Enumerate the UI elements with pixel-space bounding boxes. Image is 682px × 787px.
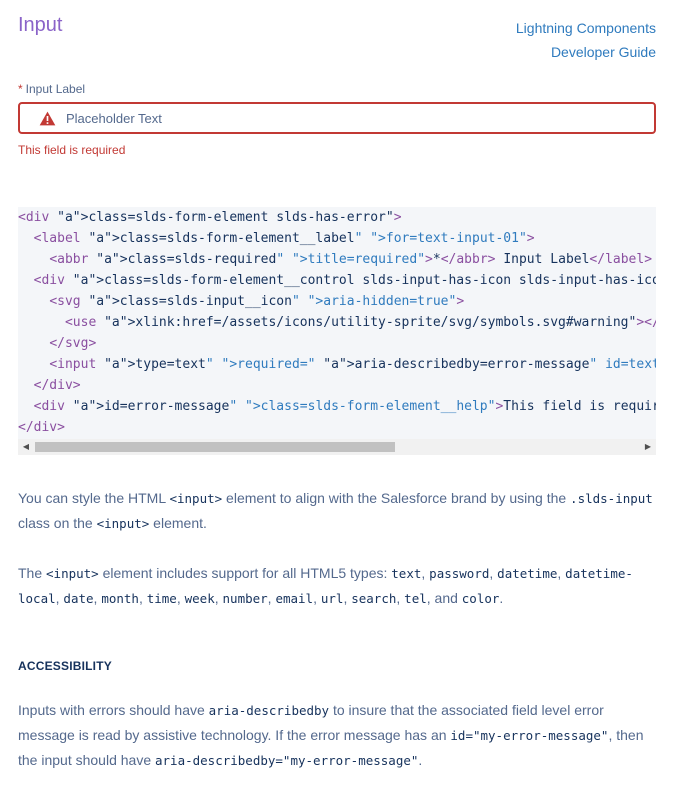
type-separator: , bbox=[176, 590, 185, 606]
text-input[interactable] bbox=[66, 104, 648, 132]
code-line: </div> bbox=[18, 420, 65, 435]
p2-text: The bbox=[18, 565, 47, 581]
code-line: <div "a">class=slds-form-element__contro… bbox=[33, 273, 656, 288]
a11y-text: . bbox=[418, 752, 423, 768]
p2-text: . bbox=[499, 590, 504, 606]
input-form-element: *Input Label This field is required bbox=[18, 80, 656, 157]
code-lines: <div "a">class=slds-form-element slds-ha… bbox=[18, 207, 656, 439]
type-separator: , bbox=[421, 565, 430, 581]
type-code: url bbox=[320, 591, 344, 606]
type-separator: , bbox=[396, 590, 405, 606]
code-line: </svg> bbox=[49, 336, 97, 351]
input-label-text: Input Label bbox=[25, 82, 86, 96]
type-separator: , bbox=[214, 590, 223, 606]
developer-guide-link[interactable]: Lightning Components Developer Guide bbox=[516, 16, 656, 64]
description-paragraph-2: The <input> element includes support for… bbox=[18, 561, 658, 611]
code-line: <abbr "a">class=slds-required" ">title=r… bbox=[49, 252, 653, 267]
p1-text: class on the bbox=[18, 515, 97, 531]
text-input-container[interactable] bbox=[18, 102, 656, 134]
type-code: password bbox=[429, 566, 490, 581]
type-separator: , bbox=[138, 590, 147, 606]
horizontal-scrollbar[interactable]: ◀ ▶ bbox=[18, 439, 656, 455]
type-separator: , and bbox=[426, 590, 462, 606]
a11y-code: aria-describedby="my-error-message" bbox=[155, 753, 419, 768]
type-separator: , bbox=[557, 565, 566, 581]
scrollbar-thumb[interactable] bbox=[35, 442, 395, 452]
a11y-code: id="my-error-message" bbox=[450, 728, 609, 743]
p1-text: element to align with the Salesforce bra… bbox=[222, 490, 571, 506]
code-line: <div "a">id=error-message" ">class=slds-… bbox=[33, 399, 656, 414]
accessibility-heading: ACCESSIBILITY bbox=[18, 659, 112, 673]
p1-code: <input> bbox=[96, 516, 150, 531]
p1-text: element. bbox=[149, 515, 207, 531]
type-code: month bbox=[101, 591, 139, 606]
p1-text: You can style the HTML bbox=[18, 490, 170, 506]
page-header: Input Lightning Components Developer Gui… bbox=[18, 12, 656, 62]
code-line: <input "a">type=text" ">required=" "a">a… bbox=[49, 357, 656, 372]
page-title: Input bbox=[18, 14, 63, 36]
type-code: color bbox=[461, 591, 500, 606]
code-sample: <div "a">class=slds-form-element slds-ha… bbox=[18, 207, 656, 455]
p1-code: .slds-input bbox=[570, 491, 653, 506]
code-line: <use "a">xlink:href=/assets/icons/utilit… bbox=[64, 315, 656, 330]
scroll-right-arrow-icon[interactable]: ▶ bbox=[640, 439, 656, 455]
p1-code: <input> bbox=[169, 491, 223, 506]
a11y-code: aria-describedby bbox=[208, 703, 330, 718]
type-separator: , bbox=[313, 590, 321, 606]
scroll-left-arrow-icon[interactable]: ◀ bbox=[18, 439, 34, 455]
type-code: number bbox=[222, 591, 268, 606]
error-message: This field is required bbox=[18, 143, 126, 157]
type-code: tel bbox=[404, 591, 427, 606]
code-line: <label "a">class=slds-form-element__labe… bbox=[33, 231, 535, 246]
code-line: <div "a">class=slds-form-element slds-ha… bbox=[18, 210, 402, 225]
input-label: * Input Label bbox=[18, 80, 656, 98]
warning-icon bbox=[39, 111, 56, 126]
guide-link-line-1[interactable]: Lightning Components bbox=[516, 16, 656, 40]
type-code: text bbox=[391, 566, 422, 581]
type-code: date bbox=[63, 591, 94, 606]
code-line: </div> bbox=[33, 378, 81, 393]
type-separator: , bbox=[489, 565, 498, 581]
guide-link-line-2[interactable]: Developer Guide bbox=[516, 40, 656, 64]
description-paragraph-1: You can style the HTML <input> element t… bbox=[18, 486, 658, 536]
type-code: time bbox=[146, 591, 177, 606]
type-code: datetime bbox=[497, 566, 558, 581]
p2-text: element includes support for all HTML5 t… bbox=[98, 565, 392, 581]
a11y-text: Inputs with errors should have bbox=[18, 702, 209, 718]
type-code: week bbox=[184, 591, 215, 606]
type-code: search bbox=[351, 591, 397, 606]
p2-code: <input> bbox=[46, 566, 99, 581]
code-line: <svg "a">class=slds-input__icon" ">aria-… bbox=[49, 294, 465, 309]
accessibility-paragraph: Inputs with errors should have aria-desc… bbox=[18, 698, 658, 773]
required-marker: * bbox=[18, 82, 23, 96]
type-code: email bbox=[275, 591, 314, 606]
